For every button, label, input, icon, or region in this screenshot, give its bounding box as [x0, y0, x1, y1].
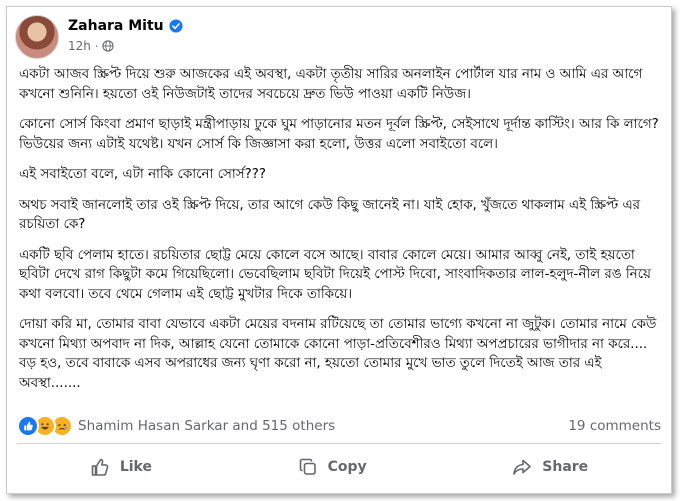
comments-count[interactable]: 19 comments	[568, 418, 661, 434]
like-icon	[17, 415, 39, 437]
post-stats: Shamim Hasan Sarkar and 515 others 19 co…	[17, 415, 661, 437]
avatar[interactable]	[15, 15, 59, 59]
share-icon	[513, 459, 532, 475]
share-label: Share	[542, 459, 589, 475]
post-header: Zahara Mitu 12h ·	[15, 15, 655, 59]
verified-badge-icon	[169, 19, 183, 33]
author-row: Zahara Mitu	[68, 18, 183, 34]
action-bar: Like Copy Share	[17, 447, 661, 487]
actions-divider	[17, 443, 661, 444]
post-meta: 12h ·	[68, 39, 115, 53]
author-name[interactable]: Zahara Mitu	[68, 18, 164, 34]
post-paragraph: এই সবাইতো বলে, এটা নাকি কোনো সোর্স???	[19, 167, 266, 182]
post-paragraph: অথচ সবাই জানলোই তার ওই স্ক্রিপ্ট দিয়ে, …	[19, 197, 641, 233]
post-paragraph: কোনো সোর্স কিংবা প্রমাণ ছাড়াই মন্ত্রীপা…	[19, 117, 659, 152]
copy-label: Copy	[327, 459, 367, 475]
post-card: Zahara Mitu 12h · একটা আজব স্ক্রিপ্ট দিয…	[6, 6, 672, 494]
copy-icon	[299, 458, 316, 475]
post-paragraph: একটি ছবি পেলাম হাতে। রচয়িতার ছোট্ট মেয়…	[19, 247, 651, 302]
share-button[interactable]: Share	[482, 451, 618, 483]
post-paragraph: একটা আজব স্ক্রিপ্ট দিয়ে শুরু আজকের এই অ…	[19, 67, 643, 102]
reactions-summary[interactable]: Shamim Hasan Sarkar and 515 others	[17, 415, 335, 437]
thumbs-up-icon	[91, 458, 109, 476]
post-body: একটা আজব স্ক্রিপ্ট দিয়ে শুরু আজকের এই অ…	[19, 65, 659, 404]
meta-separator: ·	[94, 39, 99, 53]
globe-icon[interactable]	[102, 40, 115, 52]
copy-button[interactable]: Copy	[268, 451, 397, 483]
post-time[interactable]: 12h	[68, 39, 91, 53]
like-label: Like	[119, 459, 152, 475]
like-button[interactable]: Like	[60, 451, 182, 483]
post-paragraph: দোয়া করি মা, তোমার বাবা যেভাবে একটা মেয…	[19, 317, 657, 391]
reactions-text[interactable]: Shamim Hasan Sarkar and 515 others	[78, 418, 335, 434]
